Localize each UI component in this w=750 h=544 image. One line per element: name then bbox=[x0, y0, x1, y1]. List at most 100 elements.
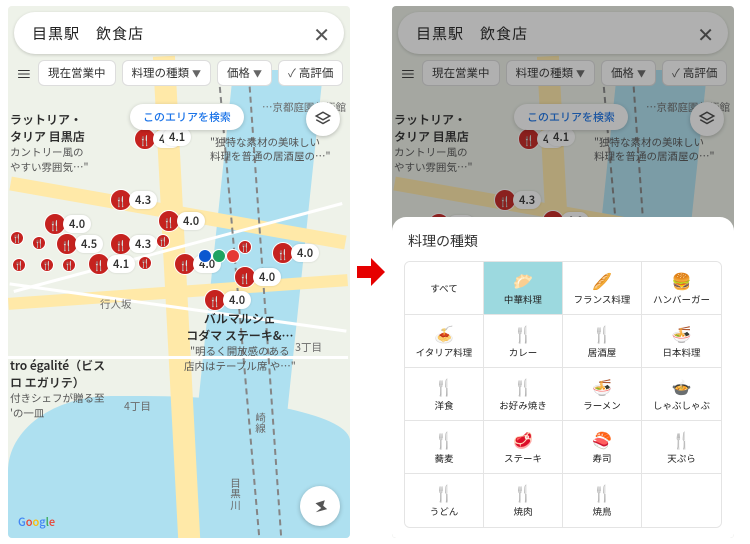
map-pin[interactable]: 🍴4.0 bbox=[158, 210, 205, 232]
cuisine-label: しゃぶしゃぶ bbox=[653, 398, 710, 412]
cuisine-icon: 🍴 bbox=[513, 377, 533, 395]
cuisine-cell[interactable]: 🍴 焼鳥 bbox=[563, 474, 642, 527]
cuisine-label: ラーメン bbox=[583, 398, 621, 412]
map-callout[interactable]: ラットリア・タリア 目黒店 カントリー風のやすい雰囲気…" bbox=[10, 112, 88, 175]
map-pin[interactable]: 🍴4.0 bbox=[272, 242, 319, 264]
cuisine-label: すべて bbox=[430, 281, 457, 295]
map-pin[interactable]: 🍴4.0 bbox=[204, 289, 251, 311]
cuisine-label: フランス料理 bbox=[574, 292, 631, 306]
chip-top-rated[interactable]: ✓高評価 bbox=[278, 60, 343, 86]
cuisine-label: ハンバーガー bbox=[653, 292, 710, 306]
map-pin-small[interactable]: 🍴 bbox=[62, 258, 76, 272]
cuisine-label: 天ぷら bbox=[667, 451, 696, 465]
clear-search-icon[interactable]: ✕ bbox=[313, 19, 330, 48]
phone-before: …京都庭園美術館 行人坂 3丁目 4丁目 崎線 目黒川 ラットリア・タリア 目黒… bbox=[8, 6, 350, 538]
map-pin[interactable]: 🍴4.5 bbox=[56, 233, 103, 255]
cuisine-icon: 🍲 bbox=[672, 377, 692, 395]
map-pin-small[interactable]: 🍴 bbox=[12, 258, 26, 272]
sheet-title: 料理の種類 bbox=[404, 231, 722, 251]
map-pin-small[interactable]: 🍴 bbox=[156, 234, 170, 248]
cuisine-cell[interactable]: 🍲 しゃぶしゃぶ bbox=[642, 368, 721, 421]
tune-icon[interactable]: ≡ bbox=[16, 61, 32, 85]
cuisine-cell[interactable]: 🍴 洋食 bbox=[405, 368, 484, 421]
map-pin-small[interactable]: 🍴 bbox=[32, 236, 46, 250]
cuisine-icon: 🍜 bbox=[592, 377, 612, 395]
map-callout[interactable]: tro égalité（ビスロ エガリテ） 付きシェフが贈る至'の一皿 bbox=[10, 358, 105, 421]
cuisine-label: 寿司 bbox=[592, 451, 611, 465]
cuisine-icon: 🍴 bbox=[513, 324, 533, 342]
search-query: 目黒駅 飲食店 bbox=[32, 23, 144, 44]
cuisine-label: 焼鳥 bbox=[592, 504, 611, 518]
phone-after: …京都庭園美術館 ラットリア・タリア 目黒店カントリー風のやすい雰囲気…" "独… bbox=[392, 6, 734, 538]
cuisine-icon: 🍴 bbox=[434, 483, 454, 501]
cuisine-label: 中華料理 bbox=[504, 292, 542, 306]
map-pin[interactable]: 🍴4.0 bbox=[234, 266, 281, 288]
chip-cuisine[interactable]: 料理の種類▼ bbox=[122, 60, 212, 86]
map-label-kisen: 崎線 bbox=[253, 412, 268, 433]
chip-open-now[interactable]: 現在営業中 bbox=[38, 60, 116, 86]
cuisine-cell[interactable]: 🍴 居酒屋 bbox=[563, 315, 642, 368]
cuisine-cell[interactable]: 🍴 焼肉 bbox=[484, 474, 563, 527]
arrow-icon bbox=[356, 6, 386, 538]
search-this-area-button[interactable]: このエリアを検索 bbox=[130, 104, 244, 130]
cuisine-label: うどん bbox=[430, 504, 459, 518]
map-pin-small[interactable]: 🍴 bbox=[10, 231, 24, 245]
cuisine-grid: すべて 🥟中華料理 🥖 フランス料理 🍔 ハンバーガー 🍝イタリア料理 🍴 カレー 🍴 居酒屋 🍜 日本… bbox=[404, 261, 722, 528]
chip-price[interactable]: 価格▼ bbox=[217, 60, 272, 86]
cuisine-label: 日本料理 bbox=[662, 345, 700, 359]
map-label-4chome: 4丁目 bbox=[124, 399, 151, 414]
layers-button[interactable] bbox=[306, 102, 340, 136]
cuisine-icon: 🍴 bbox=[592, 483, 612, 501]
station-dot-metro[interactable] bbox=[198, 249, 212, 263]
cuisine-cell[interactable]: 🍣寿司 bbox=[563, 421, 642, 474]
cuisine-icon: 🥩 bbox=[513, 430, 533, 448]
map-callout[interactable]: "独特な素材の美味しい料理を普通の居酒屋の…" bbox=[210, 136, 330, 164]
cuisine-icon: 🍴 bbox=[513, 483, 533, 501]
cuisine-cell[interactable]: 🥟中華料理 bbox=[484, 262, 563, 315]
cuisine-label: 居酒屋 bbox=[588, 345, 617, 359]
cuisine-cell[interactable]: 🍴 蕎麦 bbox=[405, 421, 484, 474]
station-dot[interactable] bbox=[226, 249, 240, 263]
map-label-gyoninzaka: 行人坂 bbox=[100, 297, 132, 312]
map-pin-small[interactable]: 🍴 bbox=[40, 258, 54, 272]
map-pin-small[interactable]: 🍴 bbox=[138, 256, 152, 270]
cuisine-icon: 🍴 bbox=[672, 430, 692, 448]
cuisine-icon: 🍴 bbox=[434, 377, 454, 395]
map-pin[interactable]: 🍴4.3 bbox=[110, 189, 157, 211]
cuisine-cell[interactable]: 🥖 フランス料理 bbox=[563, 262, 642, 315]
cuisine-sheet: 料理の種類 すべて🥟中華料理🥖フランス料理🍔ハンバーガー🍝イタリア料理🍴カレー🍴… bbox=[392, 217, 734, 538]
cuisine-icon: 🍜 bbox=[672, 324, 692, 342]
cuisine-cell[interactable]: 🍴 天ぷら bbox=[642, 421, 721, 474]
station-dot-jr[interactable] bbox=[212, 249, 226, 263]
my-location-button[interactable] bbox=[300, 486, 340, 526]
map-pin[interactable]: 🍴4.0 bbox=[44, 213, 91, 235]
cuisine-label: 洋食 bbox=[434, 398, 453, 412]
cuisine-label: 蕎麦 bbox=[434, 451, 453, 465]
cuisine-icon: 🍴 bbox=[434, 430, 454, 448]
map-pin[interactable]: 4.1 bbox=[166, 128, 191, 146]
search-bar[interactable]: 目黒駅 飲食店 ✕ bbox=[14, 12, 344, 54]
map-callout[interactable]: バルマルシェコダマ ステーキ&… "明るく開放感のある店内はテーブル席 や…" bbox=[184, 311, 296, 374]
cuisine-label: お好み焼き bbox=[499, 398, 547, 412]
map-pin[interactable]: 🍴4.3 bbox=[110, 233, 157, 255]
map-pin-small[interactable]: 🍴 bbox=[238, 240, 252, 254]
map-label-3chome: 3丁目 bbox=[295, 340, 322, 355]
map-label-megurogawa: 目黒川 bbox=[228, 478, 243, 510]
cuisine-cell[interactable]: 🍜 ラーメン bbox=[563, 368, 642, 421]
cuisine-label: カレー bbox=[509, 345, 538, 359]
google-logo: Google bbox=[18, 514, 55, 530]
cuisine-cell[interactable]: 🍜 日本料理 bbox=[642, 315, 721, 368]
cuisine-cell[interactable]: 🍔 ハンバーガー bbox=[642, 262, 721, 315]
cuisine-icon: 🥖 bbox=[592, 271, 612, 289]
cuisine-icon: 🍴 bbox=[592, 324, 612, 342]
cuisine-icon: 🍔 bbox=[672, 271, 692, 289]
cuisine-cell[interactable]: 🍴 お好み焼き bbox=[484, 368, 563, 421]
cuisine-cell[interactable]: 🍴 カレー bbox=[484, 315, 563, 368]
cuisine-cell[interactable]: 🍴 うどん bbox=[405, 474, 484, 527]
cuisine-label: 焼肉 bbox=[513, 504, 532, 518]
cuisine-cell[interactable]: 🍝イタリア料理 bbox=[405, 315, 484, 368]
cuisine-cell[interactable]: すべて bbox=[405, 262, 484, 315]
cuisine-label: ステーキ bbox=[504, 451, 542, 465]
map-pin[interactable]: 🍴4.1 bbox=[88, 253, 135, 275]
cuisine-cell[interactable]: 🥩 ステーキ bbox=[484, 421, 563, 474]
